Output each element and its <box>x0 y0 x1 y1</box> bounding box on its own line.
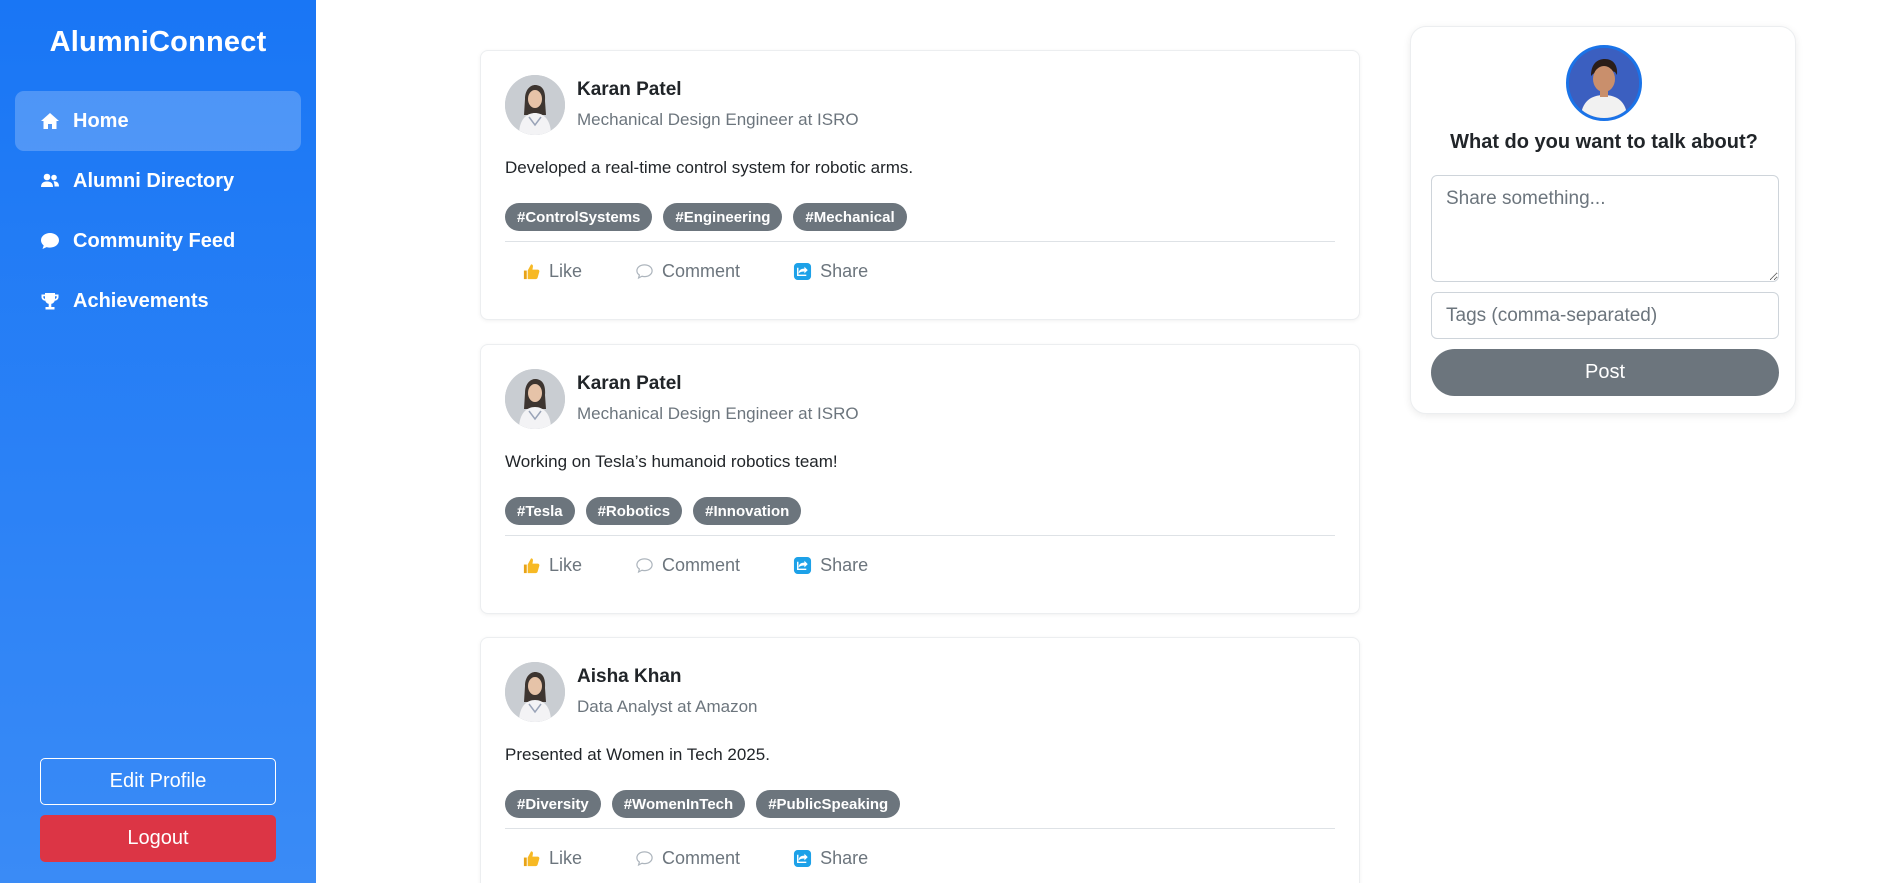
comment-label: Comment <box>662 555 741 575</box>
share-icon <box>792 556 812 576</box>
tag-badge[interactable]: #Diversity <box>505 790 601 818</box>
comment-button[interactable]: Comment <box>634 848 740 869</box>
users-icon <box>39 170 61 192</box>
author-role: Mechanical Design Engineer at ISRO <box>577 110 859 129</box>
tag-badge[interactable]: #ControlSystems <box>505 203 653 231</box>
author-role: Data Analyst at Amazon <box>577 697 758 716</box>
divider <box>505 241 1335 242</box>
like-label: Like <box>549 555 583 575</box>
share-label: Share <box>820 555 869 575</box>
tag-badge[interactable]: #PublicSpeaking <box>756 790 901 818</box>
post-tags: #Diversity #WomenInTech #PublicSpeaking <box>505 790 901 818</box>
sidebar-item-achievements[interactable]: Achievements <box>15 271 301 331</box>
tag-badge[interactable]: #Innovation <box>693 497 802 525</box>
share-button[interactable]: Share <box>792 555 868 576</box>
compose-card: What do you want to talk about? Post <box>1410 26 1796 414</box>
divider <box>505 535 1335 536</box>
compose-title: What do you want to talk about? <box>1450 131 1758 153</box>
comment-icon <box>634 262 654 282</box>
thumbs-up-icon <box>521 556 541 576</box>
avatar[interactable] <box>1566 45 1642 121</box>
tags-input[interactable] <box>1431 292 1779 339</box>
comment-label: Comment <box>662 848 741 868</box>
post-tags: #ControlSystems #Engineering #Mechanical <box>505 203 907 231</box>
tag-badge[interactable]: #WomenInTech <box>611 790 746 818</box>
like-button[interactable]: Like <box>521 555 582 576</box>
thumbs-up-icon <box>521 849 541 869</box>
author-name[interactable]: Aisha Khan <box>577 665 758 689</box>
post-header: Karan Patel Mechanical Design Engineer a… <box>505 75 859 135</box>
tag-badge[interactable]: #Mechanical <box>793 203 907 231</box>
post-author: Karan Patel Mechanical Design Engineer a… <box>577 78 859 132</box>
post-card: Karan Patel Mechanical Design Engineer a… <box>480 50 1360 320</box>
sidebar-item-label: Community Feed <box>73 229 236 252</box>
trophy-icon <box>39 290 61 312</box>
sidebar-item-label: Home <box>73 109 129 132</box>
share-button[interactable]: Share <box>792 848 868 869</box>
comment-button[interactable]: Comment <box>634 261 740 282</box>
post-author: Karan Patel Mechanical Design Engineer a… <box>577 372 859 426</box>
share-label: Share <box>820 848 869 868</box>
tag-badge[interactable]: #Robotics <box>585 497 683 525</box>
sidebar: AlumniConnect Home Alumni Directory Comm… <box>0 0 316 883</box>
post-card: Aisha Khan Data Analyst at Amazon Presen… <box>480 637 1360 883</box>
avatar[interactable] <box>505 369 565 429</box>
sidebar-item-label: Alumni Directory <box>73 169 235 192</box>
sidebar-nav: Home Alumni Directory Community Feed Ach… <box>15 91 301 331</box>
share-button[interactable]: Share <box>792 261 868 282</box>
post-tags: #Tesla #Robotics #Innovation <box>505 497 802 525</box>
avatar[interactable] <box>505 662 565 722</box>
comment-button[interactable]: Comment <box>634 555 740 576</box>
share-label: Share <box>820 261 869 281</box>
author-name[interactable]: Karan Patel <box>577 372 859 396</box>
tag-badge[interactable]: #Tesla <box>505 497 575 525</box>
post-actions: Like Comment Share <box>521 848 868 869</box>
post-text: Developed a real-time control system for… <box>505 158 914 177</box>
sidebar-item-home[interactable]: Home <box>15 91 301 151</box>
sidebar-item-label: Achievements <box>73 289 209 312</box>
comment-label: Comment <box>662 261 741 281</box>
post-card: Karan Patel Mechanical Design Engineer a… <box>480 344 1360 614</box>
comment-icon <box>634 556 654 576</box>
sidebar-item-alumni-directory[interactable]: Alumni Directory <box>15 151 301 211</box>
tag-badge[interactable]: #Engineering <box>663 203 783 231</box>
like-label: Like <box>549 261 583 281</box>
like-label: Like <box>549 848 583 868</box>
edit-profile-button[interactable]: Edit Profile <box>40 758 276 805</box>
share-icon <box>792 262 812 282</box>
avatar[interactable] <box>505 75 565 135</box>
post-author: Aisha Khan Data Analyst at Amazon <box>577 665 758 719</box>
logout-button[interactable]: Logout <box>40 815 276 862</box>
post-actions: Like Comment Share <box>521 555 868 576</box>
chat-bubble-icon <box>39 230 61 252</box>
brand-logo[interactable]: AlumniConnect <box>0 26 316 59</box>
author-role: Mechanical Design Engineer at ISRO <box>577 404 859 423</box>
sidebar-item-community-feed[interactable]: Community Feed <box>15 211 301 271</box>
post-actions: Like Comment Share <box>521 261 868 282</box>
like-button[interactable]: Like <box>521 261 582 282</box>
divider <box>505 828 1335 829</box>
post-header: Karan Patel Mechanical Design Engineer a… <box>505 369 859 429</box>
post-button[interactable]: Post <box>1431 349 1779 396</box>
like-button[interactable]: Like <box>521 848 582 869</box>
post-text: Presented at Women in Tech 2025. <box>505 745 770 764</box>
home-icon <box>39 110 61 132</box>
share-icon <box>792 849 812 869</box>
comment-icon <box>634 849 654 869</box>
post-text-input[interactable] <box>1431 175 1779 282</box>
post-header: Aisha Khan Data Analyst at Amazon <box>505 662 758 722</box>
thumbs-up-icon <box>521 262 541 282</box>
post-text: Working on Tesla’s humanoid robotics tea… <box>505 452 838 471</box>
author-name[interactable]: Karan Patel <box>577 78 859 102</box>
